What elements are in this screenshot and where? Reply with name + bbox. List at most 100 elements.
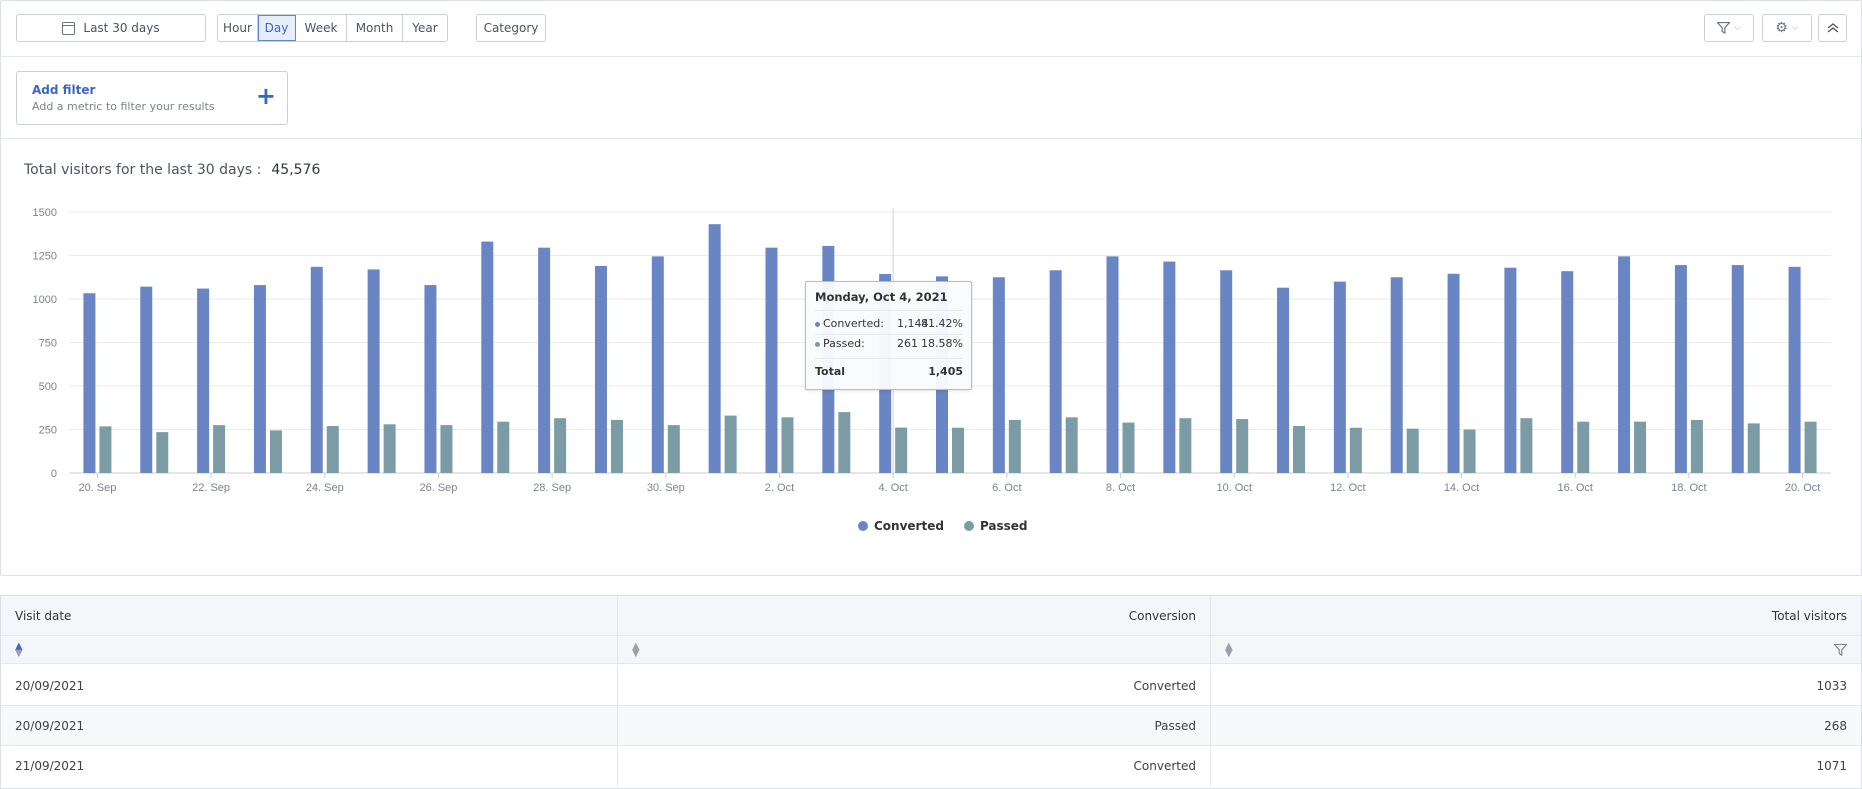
cell-conversion: Passed xyxy=(618,706,1211,745)
granularity-week[interactable]: Week xyxy=(296,15,347,41)
y-tick-label: 1500 xyxy=(33,207,57,219)
bar-converted xyxy=(253,285,266,473)
x-tick-label: 6. Oct xyxy=(992,482,1021,494)
bar-converted xyxy=(1049,270,1062,473)
legend-item-converted[interactable]: Converted xyxy=(858,519,944,533)
bar-converted xyxy=(83,293,96,473)
data-table: Visit date Conversion Total visitors ▲ ▼ … xyxy=(0,595,1862,789)
bar-passed xyxy=(610,419,623,473)
column-header-total-visitors[interactable]: Total visitors xyxy=(1211,596,1861,635)
bar-converted xyxy=(1788,266,1801,473)
cell-visit-date: 20/09/2021 xyxy=(1,666,618,705)
sort-icon[interactable]: ▲ ▼ xyxy=(15,641,23,658)
bar-passed xyxy=(1179,418,1192,473)
bar-passed xyxy=(667,425,680,473)
x-tick-label: 30. Sep xyxy=(647,482,685,494)
add-filter-button[interactable]: Add filter Add a metric to filter your r… xyxy=(16,71,288,125)
table-header-row: Visit date Conversion Total visitors xyxy=(1,596,1861,636)
bar-passed xyxy=(1349,427,1362,473)
bar-passed xyxy=(1804,421,1817,473)
tooltip-title: Monday, Oct 4, 2021 xyxy=(815,290,948,304)
bar-passed xyxy=(1690,419,1703,473)
tooltip-percent: 18.58% xyxy=(921,337,963,350)
add-filter-subtitle: Add a metric to filter your results xyxy=(32,100,215,113)
settings-menu-button[interactable]: ⚙ ⌵ xyxy=(1762,14,1812,42)
cell-total-visitors: 1033 xyxy=(1816,678,1847,693)
converted-swatch-icon xyxy=(858,521,868,531)
granularity-year[interactable]: Year xyxy=(403,15,447,41)
category-button[interactable]: Category xyxy=(476,14,546,42)
passed-swatch-icon xyxy=(963,521,974,531)
tooltip-row-converted: Converted: 1,144 81.42% xyxy=(815,316,963,332)
date-range-button[interactable]: Last 30 days xyxy=(16,14,206,42)
table-row[interactable]: 20/09/2021 Converted 1033 xyxy=(1,666,1861,706)
bar-passed xyxy=(838,412,851,473)
legend-label: Converted xyxy=(874,519,944,533)
plus-icon: + xyxy=(255,82,276,110)
table-row[interactable]: 20/09/2021 Passed 268 xyxy=(1,706,1861,746)
x-tick-label: 20. Oct xyxy=(1785,482,1820,494)
tooltip-row-passed: Passed: 261 18.58% xyxy=(815,336,963,352)
tooltip-total-label: Total xyxy=(815,365,846,378)
cell-total-visitors: 1071 xyxy=(1816,759,1847,773)
legend-label: Passed xyxy=(979,519,1028,533)
bar-converted xyxy=(538,247,551,473)
bar-passed xyxy=(440,425,453,473)
tooltip-label: Converted: xyxy=(823,317,884,330)
bar-passed xyxy=(781,417,794,473)
bar-passed xyxy=(1406,428,1419,473)
bar-passed xyxy=(383,424,396,473)
tooltip-value: 261 xyxy=(897,337,918,350)
filter-icon xyxy=(1717,22,1731,34)
chart-legend: Converted Passed xyxy=(858,519,1048,533)
tooltip-divider xyxy=(815,334,962,335)
bar-converted xyxy=(1333,281,1346,473)
bar-converted xyxy=(481,241,494,473)
cell-conversion: Converted xyxy=(618,666,1211,705)
bar-converted xyxy=(424,285,437,473)
bar-converted xyxy=(992,277,1005,473)
column-header-conversion[interactable]: Conversion xyxy=(618,596,1211,635)
bar-passed xyxy=(269,430,282,473)
total-visitors-label: Total visitors for the last 30 days : xyxy=(24,162,262,178)
collapse-button[interactable] xyxy=(1818,14,1847,42)
legend-item-passed[interactable]: Passed xyxy=(963,519,1028,533)
bar-passed xyxy=(1008,419,1021,473)
bar-passed xyxy=(895,427,908,473)
collapse-up-icon xyxy=(1827,23,1838,33)
bar-passed xyxy=(1293,426,1306,473)
bar-passed xyxy=(497,421,510,473)
bar-passed xyxy=(1463,429,1476,473)
bar-passed xyxy=(213,425,226,473)
tooltip-percent: 81.42% xyxy=(921,317,963,330)
y-tick-label: 0 xyxy=(51,468,57,480)
y-tick-label: 250 xyxy=(39,425,57,437)
bar-converted xyxy=(1277,287,1290,473)
bar-converted xyxy=(1163,261,1176,473)
x-tick-label: 10. Oct xyxy=(1216,482,1251,494)
bar-passed xyxy=(156,432,169,473)
bar-converted xyxy=(1731,265,1744,473)
table-row[interactable]: 21/09/2021 Converted 1071 xyxy=(1,746,1861,786)
bar-passed xyxy=(1065,417,1078,473)
bar-passed xyxy=(554,418,567,473)
bar-converted xyxy=(1447,273,1460,473)
filter-row: Add filter Add a metric to filter your r… xyxy=(1,57,1861,139)
filter-menu-button[interactable]: ⌵ xyxy=(1704,14,1754,42)
bar-passed xyxy=(724,415,737,473)
column-filter-icon[interactable] xyxy=(1834,643,1847,656)
granularity-day[interactable]: Day xyxy=(258,15,296,41)
granularity-hour[interactable]: Hour xyxy=(218,15,258,41)
bar-converted xyxy=(708,224,721,473)
granularity-month[interactable]: Month xyxy=(347,15,403,41)
x-tick-label: 8. Oct xyxy=(1106,482,1135,494)
sort-icon[interactable]: ▲ ▼ xyxy=(1225,641,1233,658)
column-header-visit-date[interactable]: Visit date xyxy=(1,596,618,635)
cell-visit-date: 21/09/2021 xyxy=(1,746,618,786)
bar-converted xyxy=(1106,256,1119,473)
sort-icon[interactable]: ▲ ▼ xyxy=(632,641,640,658)
calendar-icon xyxy=(62,21,76,35)
y-tick-label: 500 xyxy=(39,381,57,393)
chevron-down-icon: ⌵ xyxy=(1791,23,1799,33)
table-sort-row: ▲ ▼ ▲ ▼ ▲ ▼ xyxy=(1,636,1861,664)
